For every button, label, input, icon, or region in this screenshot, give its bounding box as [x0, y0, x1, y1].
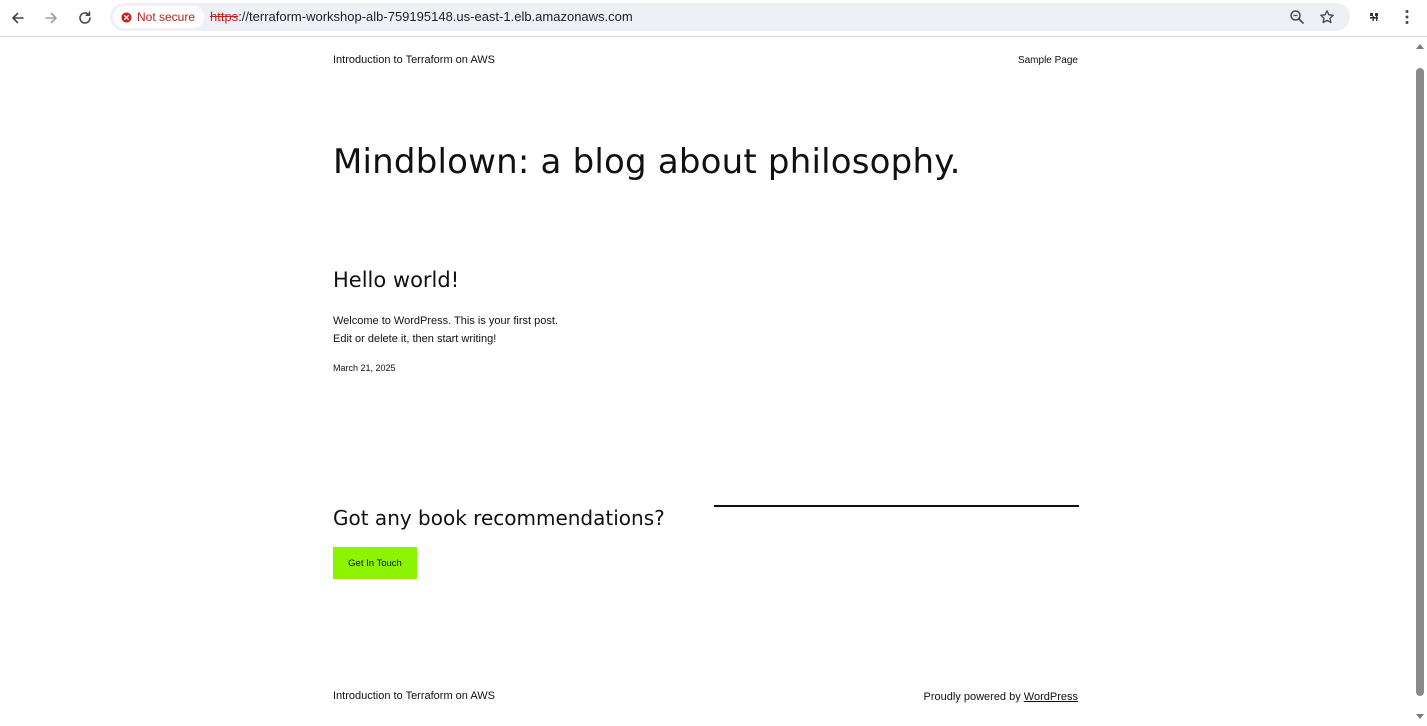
scroll-down-icon[interactable] — [1416, 714, 1424, 719]
site-title-link[interactable]: Introduction to Terraform on AWS — [333, 54, 495, 66]
url-scheme: https — [210, 9, 239, 24]
security-chip[interactable]: Not secure — [113, 6, 205, 28]
url-host: ://terraform-workshop-alb-759195148.us-e… — [238, 9, 633, 24]
scroll-up-icon[interactable] — [1416, 44, 1424, 49]
more-menu-button[interactable] — [1395, 5, 1419, 29]
url-text[interactable]: https://terraform-workshop-alb-759195148… — [210, 9, 633, 24]
bookmark-button[interactable] — [1318, 8, 1336, 26]
extension-button[interactable] — [1363, 5, 1387, 29]
separator-line — [714, 505, 1079, 507]
post-title-link[interactable]: Hello world! — [333, 268, 459, 292]
browser-toolbar: Not secure https://terraform-workshop-al… — [0, 0, 1427, 37]
forward-button[interactable] — [37, 4, 65, 32]
post-excerpt: Welcome to WordPress. This is your first… — [333, 312, 558, 348]
back-icon — [12, 12, 24, 24]
reload-icon — [79, 11, 91, 24]
reload-button[interactable] — [71, 4, 99, 32]
forward-icon — [45, 12, 57, 24]
warning-icon — [121, 11, 132, 23]
address-bar[interactable]: Not secure https://terraform-workshop-al… — [110, 3, 1350, 31]
post-excerpt-line-1: Welcome to WordPress. This is your first… — [333, 315, 558, 327]
post-date: March 21, 2025 — [333, 363, 396, 373]
more-menu-icon — [1405, 10, 1409, 24]
get-in-touch-button[interactable]: Get In Touch — [333, 547, 417, 579]
page-heading: Mindblown: a blog about philosophy. — [333, 142, 961, 182]
footer-credit: Proudly powered by WordPress — [924, 691, 1079, 703]
back-button[interactable] — [4, 4, 32, 32]
post-excerpt-line-2: Edit or delete it, then start writing! — [333, 333, 497, 345]
cta-heading: Got any book recommendations? — [333, 506, 665, 530]
page-scrollbar[interactable] — [1413, 37, 1427, 726]
wordpress-link[interactable]: WordPress — [1024, 691, 1078, 703]
footer-site-title-link[interactable]: Introduction to Terraform on AWS — [333, 690, 495, 702]
security-chip-label: Not secure — [137, 10, 196, 24]
bookmark-star-icon — [1320, 10, 1334, 24]
zoom-button[interactable] — [1288, 8, 1306, 26]
zoom-icon — [1290, 10, 1304, 24]
extension-icon — [1370, 13, 1378, 21]
nav-sample-page[interactable]: Sample Page — [1018, 55, 1078, 66]
scroll-thumb[interactable] — [1416, 68, 1424, 696]
footer-credit-text: Proudly powered by — [923, 691, 1021, 703]
